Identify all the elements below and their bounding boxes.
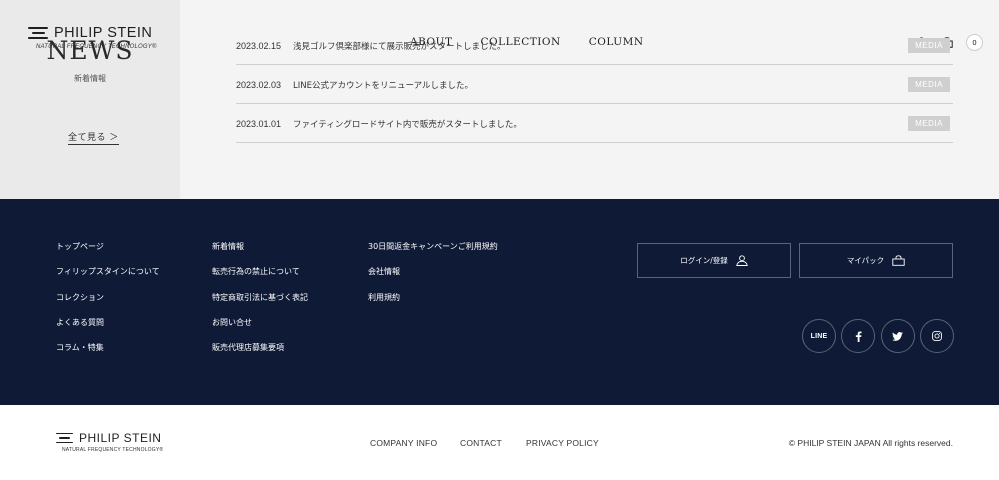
instagram-icon[interactable] bbox=[919, 319, 954, 353]
footer-link-news[interactable]: 新着情報 bbox=[212, 241, 308, 266]
footer-column-2: 新着情報 転売行為の禁止について 特定商取引法に基づく表記 お問い合せ 販売代理… bbox=[212, 241, 308, 367]
login-label: ログイン/登録 bbox=[680, 256, 728, 265]
twitter-icon[interactable] bbox=[880, 319, 915, 353]
footer-link-resale-policy[interactable]: 転売行為の禁止について bbox=[212, 266, 308, 291]
company-info-link[interactable]: COMPANY INFO bbox=[370, 438, 437, 448]
logo-tagline: NATURAL FREQUENCY TECHNOLOGY® bbox=[62, 447, 164, 453]
facebook-icon[interactable] bbox=[841, 319, 876, 353]
news-date: 2023.02.15 bbox=[236, 41, 282, 51]
footer-link-contact[interactable]: お問い合せ bbox=[212, 317, 308, 342]
news-date: 2023.02.03 bbox=[236, 80, 282, 90]
news-tag: MEDIA bbox=[908, 38, 950, 53]
news-item[interactable]: 2023.01.01 ファイティングロードサイト内で販売がスタートしました。 M… bbox=[236, 104, 953, 143]
news-title[interactable]: 浅見ゴルフ倶楽部様にて展示販売がスタートしました。 bbox=[293, 40, 506, 52]
logo-wordmark: PHILIP STEIN bbox=[54, 25, 153, 41]
cart-count-badge[interactable]: 0 bbox=[966, 34, 983, 51]
footer-link-about[interactable]: フィリップスタインについて bbox=[56, 266, 160, 291]
privacy-policy-link[interactable]: PRIVACY POLICY bbox=[526, 438, 599, 448]
copyright-text: © PHILIP STEIN JAPAN All rights reserved… bbox=[788, 438, 953, 448]
footer-column-1: トップページ フィリップスタインについて コレクション よくある質問 コラム・特… bbox=[56, 241, 160, 367]
news-subheading: 新着情報 bbox=[74, 74, 106, 83]
mypack-button[interactable]: マイパック bbox=[799, 243, 953, 278]
footer-column-3: 30日間返金キャンペーンご利用規約 会社情報 利用規約 bbox=[368, 241, 498, 317]
news-tag: MEDIA bbox=[908, 77, 950, 92]
site-footer: トップページ フィリップスタインについて コレクション よくある質問 コラム・特… bbox=[0, 199, 999, 405]
login-button[interactable]: ログイン/登録 bbox=[637, 243, 791, 278]
logo-mark-icon bbox=[56, 432, 73, 444]
user-icon bbox=[736, 255, 748, 266]
contact-link[interactable]: CONTACT bbox=[460, 438, 502, 448]
footer-link-terms[interactable]: 利用規約 bbox=[368, 292, 498, 317]
footer-link-top[interactable]: トップページ bbox=[56, 241, 160, 266]
footer-link-company[interactable]: 会社情報 bbox=[368, 266, 498, 291]
view-all-link[interactable]: 全て見る ＞ bbox=[68, 130, 119, 145]
mypack-label: マイパック bbox=[846, 256, 885, 265]
news-title[interactable]: ファイティングロードサイト内で販売がスタートしました。 bbox=[293, 118, 522, 130]
news-list: 2023.02.15 浅見ゴルフ倶楽部様にて展示販売がスタートしました。 MED… bbox=[236, 26, 953, 143]
news-section: NEWS 新着情報 全て見る ＞ PHILIP STEIN NATURAL FR… bbox=[0, 0, 999, 199]
line-icon[interactable]: LINE bbox=[802, 319, 836, 353]
news-tag: MEDIA bbox=[908, 116, 950, 131]
logo-tagline: NATURAL FREQUENCY TECHNOLOGY® bbox=[36, 44, 157, 50]
news-item[interactable]: 2023.02.03 LINE公式アカウントをリニューアルしました。 MEDIA bbox=[236, 65, 953, 104]
line-label: LINE bbox=[810, 332, 828, 340]
bag-icon bbox=[892, 255, 905, 266]
social-links: LINE bbox=[802, 319, 959, 353]
footer-link-refund-terms[interactable]: 30日間返金キャンペーンご利用規約 bbox=[368, 241, 498, 266]
footer-link-dealer[interactable]: 販売代理店募集要項 bbox=[212, 342, 308, 367]
footer-link-collection[interactable]: コレクション bbox=[56, 292, 160, 317]
footer-link-faq[interactable]: よくある質問 bbox=[56, 317, 160, 342]
bottom-bar: PHILIP STEIN NATURAL FREQUENCY TECHNOLOG… bbox=[0, 405, 999, 480]
logo-wordmark: PHILIP STEIN bbox=[79, 431, 162, 445]
footer-link-legal-notice[interactable]: 特定商取引法に基づく表記 bbox=[212, 292, 308, 317]
news-item[interactable]: 2023.02.15 浅見ゴルフ倶楽部様にて展示販売がスタートしました。 MED… bbox=[236, 26, 953, 65]
news-date: 2023.01.01 bbox=[236, 119, 282, 129]
footer-logo[interactable]: PHILIP STEIN NATURAL FREQUENCY TECHNOLOG… bbox=[56, 431, 163, 453]
footer-link-column[interactable]: コラム・特集 bbox=[56, 342, 160, 367]
news-title[interactable]: LINE公式アカウントをリニューアルしました。 bbox=[293, 79, 473, 91]
site-logo[interactable]: PHILIP STEIN NATURAL FREQUENCY TECHNOLOG… bbox=[28, 25, 173, 61]
logo-mark-icon bbox=[28, 26, 48, 40]
